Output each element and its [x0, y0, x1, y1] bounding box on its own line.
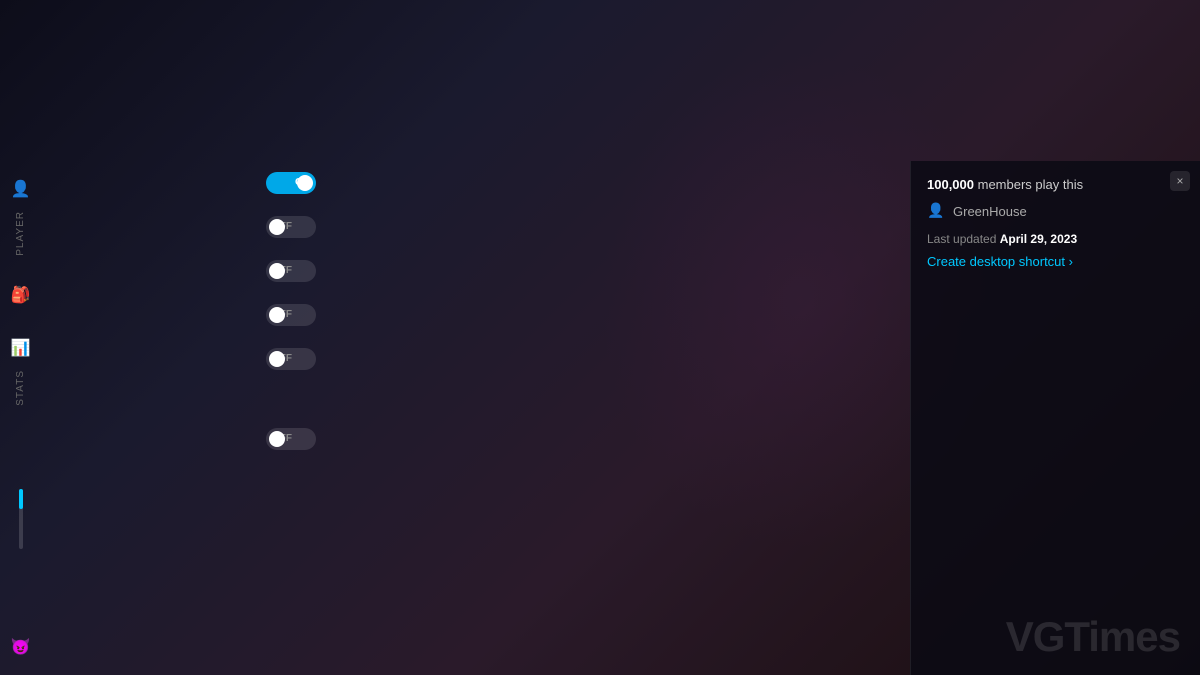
- author-icon: 👤: [927, 202, 945, 220]
- toggle-unlimited-health-pots[interactable]: OFF: [266, 428, 316, 450]
- sidebar-icon-inventory[interactable]: 🎒: [3, 277, 39, 313]
- sidebar-icon-stats[interactable]: 📊: [3, 330, 39, 366]
- toggle-thumb: [269, 307, 285, 323]
- sidebar-icon-combat[interactable]: 😈: [3, 629, 39, 665]
- panel-members: 100,000 members play this: [927, 177, 1184, 192]
- toggle-thumb: [297, 175, 313, 191]
- toggle-infinite-super-meter[interactable]: OFF: [266, 304, 316, 326]
- sidebar-section-combat: 😈: [0, 629, 41, 665]
- sidebar-label-stats: Stats: [15, 370, 26, 406]
- panel-close-btn[interactable]: ×: [1170, 171, 1190, 191]
- toggle-infinite-block-stamina[interactable]: OFF: [266, 260, 316, 282]
- updated-date: April 29, 2023: [1000, 232, 1077, 246]
- author-name: GreenHouse: [953, 204, 1027, 219]
- panel-shortcut-link[interactable]: Create desktop shortcut ›: [927, 254, 1184, 269]
- sidebar-scrollbar[interactable]: [19, 489, 23, 549]
- toggle-thumb: [269, 351, 285, 367]
- sidebar-section-inventory: 🎒: [0, 277, 41, 313]
- right-panel: × 100,000 members play this 👤 GreenHouse…: [910, 161, 1200, 675]
- sidebar-label-player: Player: [15, 211, 26, 256]
- panel-author-row: 👤 GreenHouse: [927, 202, 1184, 220]
- sidebar-scroll-thumb: [19, 489, 23, 509]
- vgtimes-watermark: VGTimes: [1006, 613, 1180, 661]
- toggle-infinite-force[interactable]: OFF: [266, 216, 316, 238]
- panel-updated: Last updated April 29, 2023: [927, 232, 1184, 246]
- toggle-thumb: [269, 431, 285, 447]
- toggle-thumb: [269, 263, 285, 279]
- toggle-infinite-health[interactable]: ON: [266, 172, 316, 194]
- sidebar-icon-player[interactable]: 👤: [3, 171, 39, 207]
- toggle-thumb: [269, 219, 285, 235]
- toggle-invisibility[interactable]: OFF: [266, 348, 316, 370]
- members-count: 100,000: [927, 177, 974, 192]
